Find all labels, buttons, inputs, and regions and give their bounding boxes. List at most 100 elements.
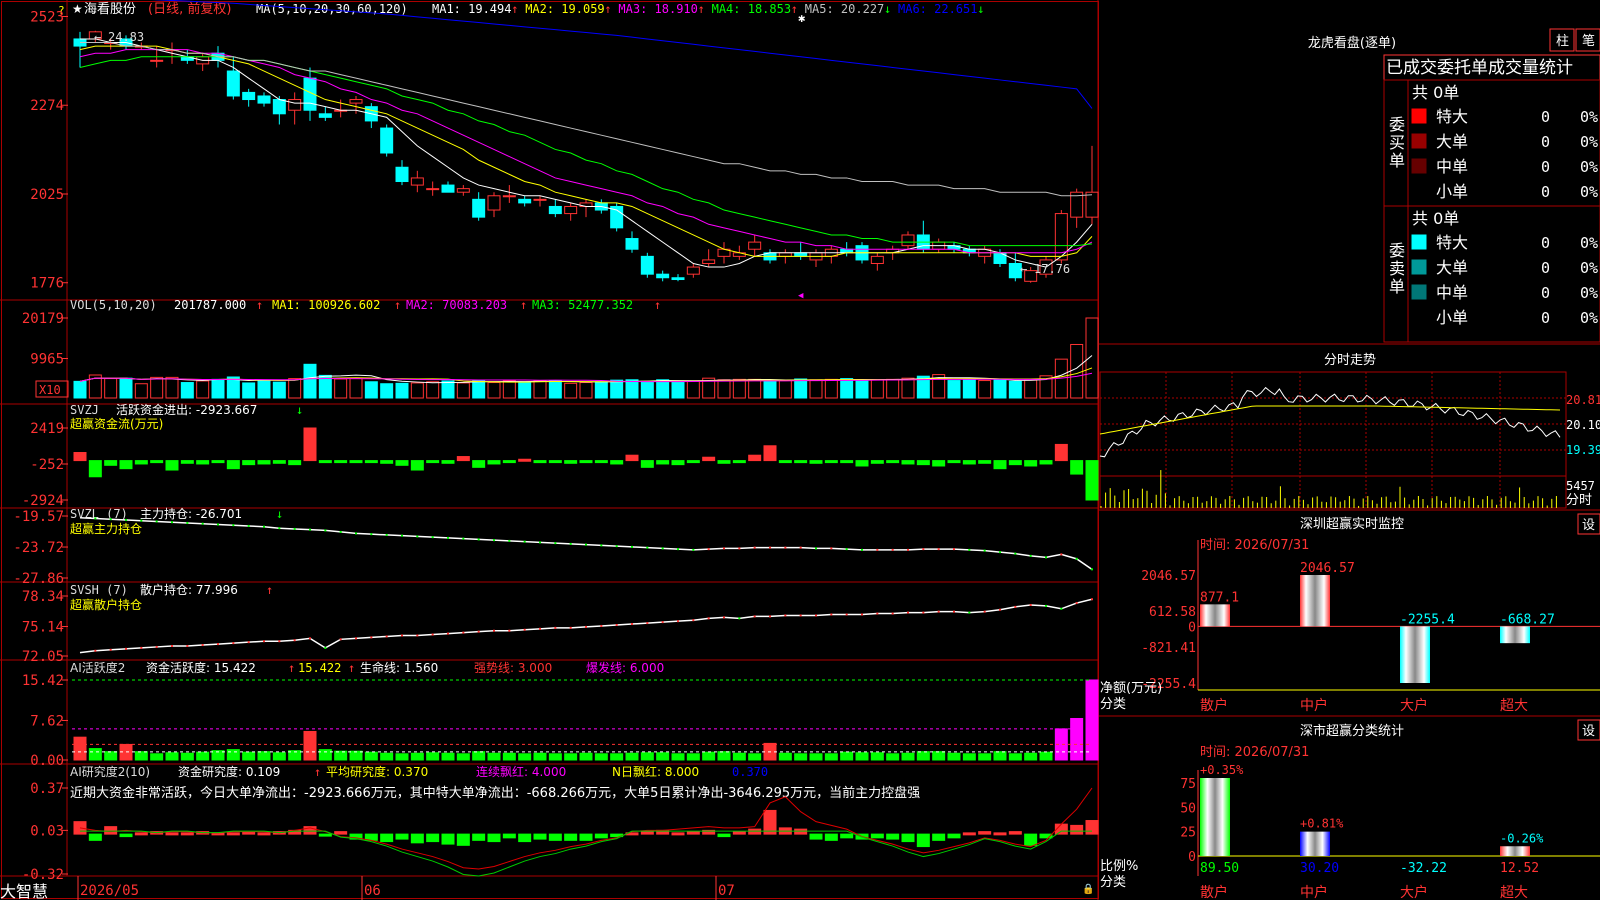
aia-bar xyxy=(272,752,286,761)
svzl-arrow: ↓ xyxy=(276,507,283,521)
aia-bar xyxy=(226,749,240,761)
brand-logo[interactable]: 大智慧 xyxy=(0,882,48,900)
air-bar xyxy=(732,831,746,835)
aia-bar xyxy=(717,751,731,761)
vol-bar xyxy=(303,363,317,399)
svzj-bar xyxy=(119,460,133,470)
sz-class-footer1: 比例% xyxy=(1100,859,1138,874)
intraday-chart[interactable]: 20.81 20.10 19.39 5457分时 xyxy=(1099,371,1600,509)
intraday-axis: 20.81 xyxy=(1566,393,1600,407)
svzj-bar xyxy=(502,460,516,464)
sz-class-cat: 超大 xyxy=(1500,885,1528,900)
vol-bar xyxy=(487,382,501,399)
sell-row-pct: 0% xyxy=(1580,284,1598,302)
ma-legend-4: MA4: 18.853 xyxy=(712,2,791,16)
sell-row-count: 0 xyxy=(1541,234,1550,252)
svsh-line xyxy=(79,598,1093,654)
aia-bar xyxy=(395,753,409,761)
svzj-arrow: ↓ xyxy=(296,403,303,417)
svzj-title: 活跃资金进出: -2923.667 xyxy=(116,402,257,417)
sz-class-bar-超大 xyxy=(1500,846,1530,856)
svzl-dot xyxy=(937,548,940,551)
sz-class-top: -0.26% xyxy=(1500,831,1544,845)
svzj-bar xyxy=(962,460,976,465)
sell-swatch xyxy=(1411,309,1427,325)
vol-bar xyxy=(1008,380,1022,399)
sz-monitor-bar-大户 xyxy=(1400,626,1430,683)
vol-ma1-arrow: ↑ xyxy=(394,298,401,312)
stock-chart-workspace[interactable]: ? ★ 海看股份 (日线, 前复权) MA(5,10,20,30,60,120)… xyxy=(0,0,1600,900)
svzl-dot xyxy=(999,551,1001,554)
svzl-line xyxy=(79,516,1093,570)
ai-research-axis: 0.37 0.03 -0.32 xyxy=(22,781,68,883)
buy-row-count: 0 xyxy=(1541,183,1550,201)
aia-bar xyxy=(165,752,179,761)
aia-bar xyxy=(533,752,547,761)
aia-bar xyxy=(794,753,808,761)
svsh-dot xyxy=(247,641,250,644)
star-icon[interactable]: ★ xyxy=(72,2,83,16)
buy-row-pct: 0% xyxy=(1580,158,1598,176)
svsh-dot xyxy=(968,611,971,614)
candle-body xyxy=(901,234,915,247)
price-tick: 1776 xyxy=(30,276,64,292)
svzj-bar xyxy=(242,460,256,466)
aia-bar xyxy=(364,751,378,761)
vol-bar xyxy=(901,377,915,399)
vol-bar xyxy=(855,380,869,399)
svzl-axis: -19.57 -23.72 -27.86 xyxy=(13,509,68,587)
svsh-dot xyxy=(278,640,281,643)
aia-bar xyxy=(564,753,578,761)
aia-bar xyxy=(962,753,976,761)
svzj-bar xyxy=(717,460,731,464)
sz-monitor-value: -668.27 xyxy=(1500,612,1555,627)
vol-bar xyxy=(824,378,838,399)
sell-row-pct: 0% xyxy=(1580,309,1598,327)
svsh-dot xyxy=(431,633,434,636)
price-tick: 2274 xyxy=(30,98,64,114)
aia-bar xyxy=(579,752,593,761)
ai-research-avg: 平均研究度: 0.370 xyxy=(326,764,428,779)
sz-class-bottom: 30.20 xyxy=(1300,861,1339,876)
sz-class-top: +0.81% xyxy=(1300,817,1344,831)
sz-class-tick: 50 xyxy=(1180,801,1196,816)
air-bar xyxy=(640,831,654,835)
svzl-dot xyxy=(1014,552,1017,555)
aia-bar xyxy=(748,753,762,761)
air-bar xyxy=(226,832,240,836)
svsh-dot xyxy=(569,626,572,629)
svsh-dot xyxy=(370,636,373,639)
sz-class-tick: 0 xyxy=(1188,850,1196,865)
candle-body xyxy=(656,273,670,279)
period-label[interactable]: (日线, 前复权) xyxy=(148,1,231,17)
svsh-label: SVSH (7) xyxy=(70,583,128,597)
vol-tick: 20179 xyxy=(22,311,64,327)
svsh-dot xyxy=(554,626,557,629)
lock-icon[interactable]: 🔒 xyxy=(1082,883,1094,895)
ma-legend-6: MA6: 22.651 xyxy=(898,2,977,16)
svzl-dot xyxy=(217,523,219,526)
candle-body xyxy=(395,166,409,183)
sell-row-pct: 0% xyxy=(1580,234,1598,252)
aia-bar xyxy=(978,753,992,761)
svsh-dot xyxy=(1014,605,1017,608)
svzl-dot xyxy=(278,527,281,530)
svsh-dot xyxy=(539,627,541,630)
svzj-bar xyxy=(794,460,808,464)
air-bar xyxy=(978,831,992,835)
sell-row-pct: 0% xyxy=(1580,259,1598,277)
vol-value: 201787.000 xyxy=(174,298,246,312)
svzl-dot xyxy=(615,545,618,548)
svzl-dot xyxy=(569,542,572,545)
svzl-dot xyxy=(845,548,848,551)
vol-ma3: MA3: 52477.352 xyxy=(532,298,633,312)
vol-bar xyxy=(518,381,532,399)
ai-active-strong: 强势线: 3.000 xyxy=(474,661,552,675)
candle-body xyxy=(671,277,685,281)
svzl-dot xyxy=(1060,553,1063,556)
svzl-dot xyxy=(416,535,419,538)
candle-body xyxy=(426,188,440,191)
svsh-dot xyxy=(738,617,741,620)
aia-bar xyxy=(947,752,961,761)
svzl-dot xyxy=(753,546,756,549)
